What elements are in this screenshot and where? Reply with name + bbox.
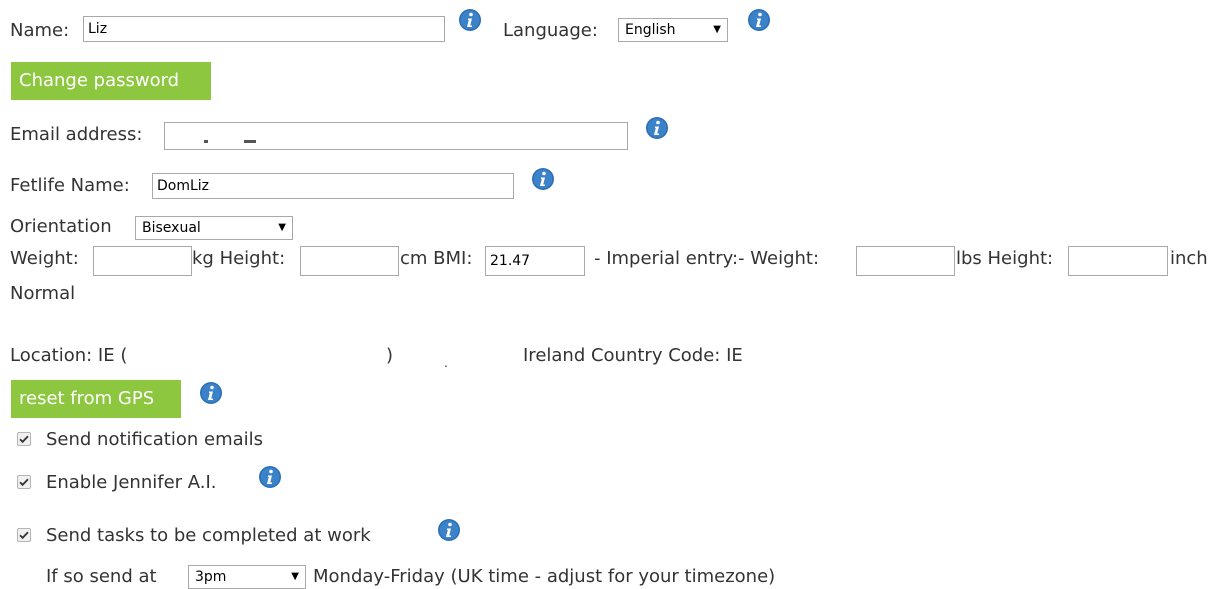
send-time-select[interactable]: 3pm ▼ <box>188 565 306 589</box>
dropdown-arrow-icon: ▼ <box>278 222 286 233</box>
info-icon[interactable] <box>645 116 669 140</box>
info-icon[interactable] <box>437 518 461 542</box>
checkmark-icon <box>19 435 29 444</box>
name-label: Name: <box>10 20 70 41</box>
work-tasks-label: Send tasks to be completed at work <box>46 525 371 546</box>
location-paren: ) <box>386 345 394 366</box>
fetlife-input[interactable] <box>152 173 514 199</box>
kg-height-label: kg Height: <box>192 248 286 269</box>
bmi-input[interactable] <box>485 246 585 276</box>
location-country: Ireland Country Code: IE <box>523 345 743 366</box>
info-icon[interactable] <box>531 167 555 191</box>
info-icon[interactable] <box>199 381 223 405</box>
weight-label: Weight: <box>10 248 79 269</box>
inch-label: inch <box>1170 248 1208 269</box>
send-at-label: If so send at <box>46 566 157 587</box>
change-password-button[interactable]: Change password <box>11 62 211 100</box>
lbs-height-label: lbs Height: <box>956 248 1054 269</box>
weight-lbs-input[interactable] <box>856 246 955 276</box>
fetlife-label: Fetlife Name: <box>10 175 130 196</box>
cm-bmi-label: cm BMI: <box>400 248 473 269</box>
send-at-suffix: Monday-Friday (UK time - adjust for your… <box>313 566 776 587</box>
redaction-mark <box>244 140 256 143</box>
height-inch-input[interactable] <box>1068 246 1168 276</box>
reset-from-gps-button[interactable]: reset from GPS <box>11 380 181 418</box>
orientation-select-value: Bisexual <box>142 220 201 236</box>
language-select[interactable]: English ▼ <box>618 18 728 42</box>
notify-label: Send notification emails <box>46 429 264 450</box>
dropdown-arrow-icon: ▼ <box>713 24 721 35</box>
work-tasks-checkbox[interactable] <box>17 528 31 542</box>
height-cm-input[interactable] <box>300 246 399 276</box>
bmi-category: Normal <box>10 283 76 304</box>
imperial-weight-label: - Imperial entry:- Weight: <box>594 248 820 269</box>
redaction-mark <box>204 140 208 143</box>
email-label: Email address: <box>10 124 143 145</box>
language-label: Language: <box>503 20 598 41</box>
name-input[interactable] <box>83 16 445 42</box>
jennifer-label: Enable Jennifer A.I. <box>46 472 217 493</box>
info-icon[interactable] <box>458 8 482 32</box>
language-select-value: English <box>625 22 676 38</box>
orientation-select[interactable]: Bisexual ▼ <box>135 216 293 240</box>
send-time-value: 3pm <box>195 569 227 585</box>
notify-checkbox[interactable] <box>17 432 31 446</box>
info-icon[interactable] <box>747 8 771 32</box>
checkmark-icon <box>19 531 29 540</box>
location-label: Location: IE ( <box>10 345 128 366</box>
orientation-label: Orientation <box>10 216 112 237</box>
weight-kg-input[interactable] <box>93 246 192 276</box>
email-input[interactable] <box>164 122 628 150</box>
info-icon[interactable] <box>258 465 282 489</box>
checkmark-icon <box>19 478 29 487</box>
jennifer-checkbox[interactable] <box>17 475 31 489</box>
dropdown-arrow-icon: ▼ <box>291 571 299 582</box>
location-dot: . <box>444 356 448 370</box>
